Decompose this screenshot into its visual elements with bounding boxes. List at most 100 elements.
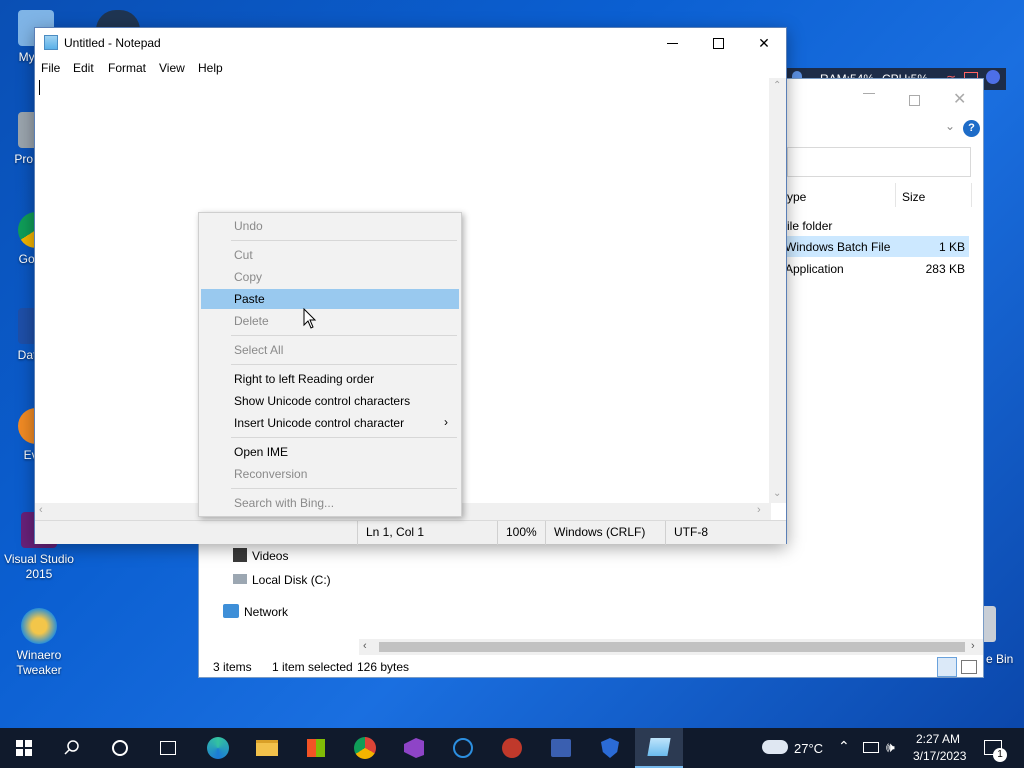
taskbar-file-explorer[interactable] bbox=[243, 728, 291, 768]
scroll-right-icon[interactable]: › bbox=[971, 640, 975, 652]
menu-item-show-unicode[interactable]: Show Unicode control characters bbox=[201, 391, 459, 411]
nav-item-label: Local Disk (C:) bbox=[252, 573, 331, 587]
horizontal-scrollbar[interactable]: ‹ › bbox=[359, 639, 983, 655]
chrome-icon bbox=[354, 737, 376, 759]
app-icon bbox=[502, 738, 522, 758]
menu-item-open-ime[interactable]: Open IME bbox=[201, 442, 459, 462]
search-input[interactable] bbox=[787, 147, 971, 177]
title-bar[interactable]: Untitled - Notepad ✕ bbox=[35, 28, 786, 58]
maximize-icon[interactable] bbox=[909, 95, 920, 106]
taskbar-notepad[interactable] bbox=[635, 728, 683, 768]
volume-icon[interactable]: 🕪 bbox=[886, 739, 895, 756]
scroll-left-icon[interactable]: ‹ bbox=[39, 504, 43, 516]
recycle-bin-label: e Bin bbox=[986, 652, 1014, 666]
column-header-size[interactable]: Size bbox=[902, 190, 925, 204]
status-position: Ln 1, Col 1 bbox=[357, 521, 497, 545]
status-zoom: 100% bbox=[497, 521, 545, 545]
menu-item-reconversion[interactable]: Reconversion bbox=[201, 464, 459, 484]
context-menu: Undo Cut Copy Paste Delete Select All Ri… bbox=[198, 212, 462, 517]
shield-icon bbox=[601, 738, 619, 758]
help-icon[interactable]: ? bbox=[963, 120, 980, 137]
menu-item-undo[interactable]: Undo bbox=[201, 216, 459, 236]
task-view-icon bbox=[160, 741, 176, 755]
text-cursor bbox=[39, 80, 40, 95]
search-button[interactable] bbox=[48, 728, 96, 768]
menu-item-search-bing[interactable]: Search with Bing... bbox=[201, 493, 459, 513]
menu-separator bbox=[231, 437, 457, 438]
taskbar-visual-studio[interactable] bbox=[390, 728, 438, 768]
search-icon bbox=[64, 740, 79, 755]
menu-format[interactable]: Format bbox=[108, 61, 146, 75]
menu-separator bbox=[231, 335, 457, 336]
column-divider bbox=[895, 183, 896, 207]
folder-icon bbox=[256, 740, 278, 756]
nav-item-videos[interactable]: Videos bbox=[229, 546, 389, 566]
minimize-button[interactable] bbox=[649, 28, 695, 58]
large-icons-view-icon[interactable] bbox=[961, 660, 977, 674]
notepad-icon bbox=[44, 35, 58, 50]
clock-time[interactable]: 2:27 AM bbox=[916, 732, 960, 746]
table-row[interactable]: Windows Batch File 1 KB bbox=[785, 236, 969, 257]
chevron-down-icon[interactable]: ⌄ bbox=[945, 119, 955, 133]
menu-item-cut[interactable]: Cut bbox=[201, 245, 459, 265]
menu-view[interactable]: View bbox=[159, 61, 185, 75]
vertical-scrollbar[interactable]: ⌃ ⌄ bbox=[769, 78, 786, 503]
menu-item-insert-unicode[interactable]: Insert Unicode control character bbox=[201, 413, 459, 433]
table-row[interactable]: ile folder bbox=[787, 215, 969, 235]
start-button[interactable] bbox=[0, 728, 48, 768]
file-type: Application bbox=[785, 262, 844, 276]
menu-edit[interactable]: Edit bbox=[73, 61, 94, 75]
app-icon bbox=[551, 739, 571, 757]
taskbar-chrome[interactable] bbox=[341, 728, 389, 768]
taskbar-ccleaner[interactable] bbox=[439, 728, 487, 768]
scroll-down-icon[interactable]: ⌄ bbox=[773, 488, 781, 499]
menu-separator bbox=[231, 488, 457, 489]
network-icon[interactable] bbox=[863, 742, 879, 753]
menu-item-copy[interactable]: Copy bbox=[201, 267, 459, 287]
scroll-left-icon[interactable]: ‹ bbox=[363, 640, 367, 652]
weather-icon[interactable] bbox=[762, 740, 788, 754]
taskbar-edge[interactable] bbox=[194, 728, 242, 768]
cortana-icon bbox=[112, 740, 128, 756]
table-row[interactable]: Application 283 KB bbox=[785, 258, 969, 278]
exit-icon bbox=[986, 70, 1000, 84]
close-button[interactable]: ✕ bbox=[741, 28, 787, 58]
column-header-type[interactable]: ype bbox=[787, 190, 806, 204]
status-encoding: UTF-8 bbox=[665, 521, 785, 545]
nav-item-network[interactable]: Network bbox=[221, 602, 381, 622]
taskbar-app[interactable] bbox=[537, 728, 585, 768]
scroll-right-icon[interactable]: › bbox=[757, 504, 761, 516]
file-size: 1 KB bbox=[938, 240, 965, 254]
weather-temperature[interactable]: 27°C bbox=[794, 741, 823, 756]
scroll-up-icon[interactable]: ⌃ bbox=[773, 80, 781, 91]
clock-date[interactable]: 3/17/2023 bbox=[913, 749, 966, 763]
status-selected: 1 item selected bbox=[272, 660, 353, 674]
maximize-button[interactable] bbox=[695, 28, 741, 58]
scrollbar-thumb[interactable] bbox=[379, 642, 965, 652]
menu-separator bbox=[231, 364, 457, 365]
menu-item-select-all[interactable]: Select All bbox=[201, 340, 459, 360]
status-items: 3 items bbox=[213, 660, 252, 674]
menu-item-rtl-reading[interactable]: Right to left Reading order bbox=[201, 369, 459, 389]
taskbar-app[interactable] bbox=[488, 728, 536, 768]
task-view-button[interactable] bbox=[144, 728, 192, 768]
menu-item-delete[interactable]: Delete bbox=[201, 311, 459, 331]
cortana-button[interactable] bbox=[96, 728, 144, 768]
close-icon[interactable]: ✕ bbox=[953, 89, 966, 109]
taskbar-store[interactable] bbox=[292, 728, 340, 768]
desktop-icon-winaero[interactable]: Winaero Tweaker bbox=[3, 608, 75, 678]
nav-item-local-disk[interactable]: Local Disk (C:) bbox=[229, 570, 389, 590]
desktop-icon-label: Visual Studio 2015 bbox=[4, 552, 74, 581]
minimize-icon[interactable] bbox=[863, 93, 875, 94]
menu-help[interactable]: Help bbox=[198, 61, 223, 75]
menu-item-paste[interactable]: Paste bbox=[201, 289, 459, 309]
menu-file[interactable]: File bbox=[41, 61, 60, 75]
store-icon bbox=[307, 739, 325, 757]
visual-studio-icon bbox=[404, 738, 424, 758]
chevron-up-icon[interactable]: ⌃ bbox=[838, 738, 850, 755]
chevron-right-icon: › bbox=[444, 415, 448, 429]
mouse-cursor-icon bbox=[303, 308, 317, 329]
winaero-icon bbox=[21, 608, 57, 644]
details-view-icon[interactable] bbox=[937, 657, 957, 677]
taskbar-defender[interactable] bbox=[586, 728, 634, 768]
